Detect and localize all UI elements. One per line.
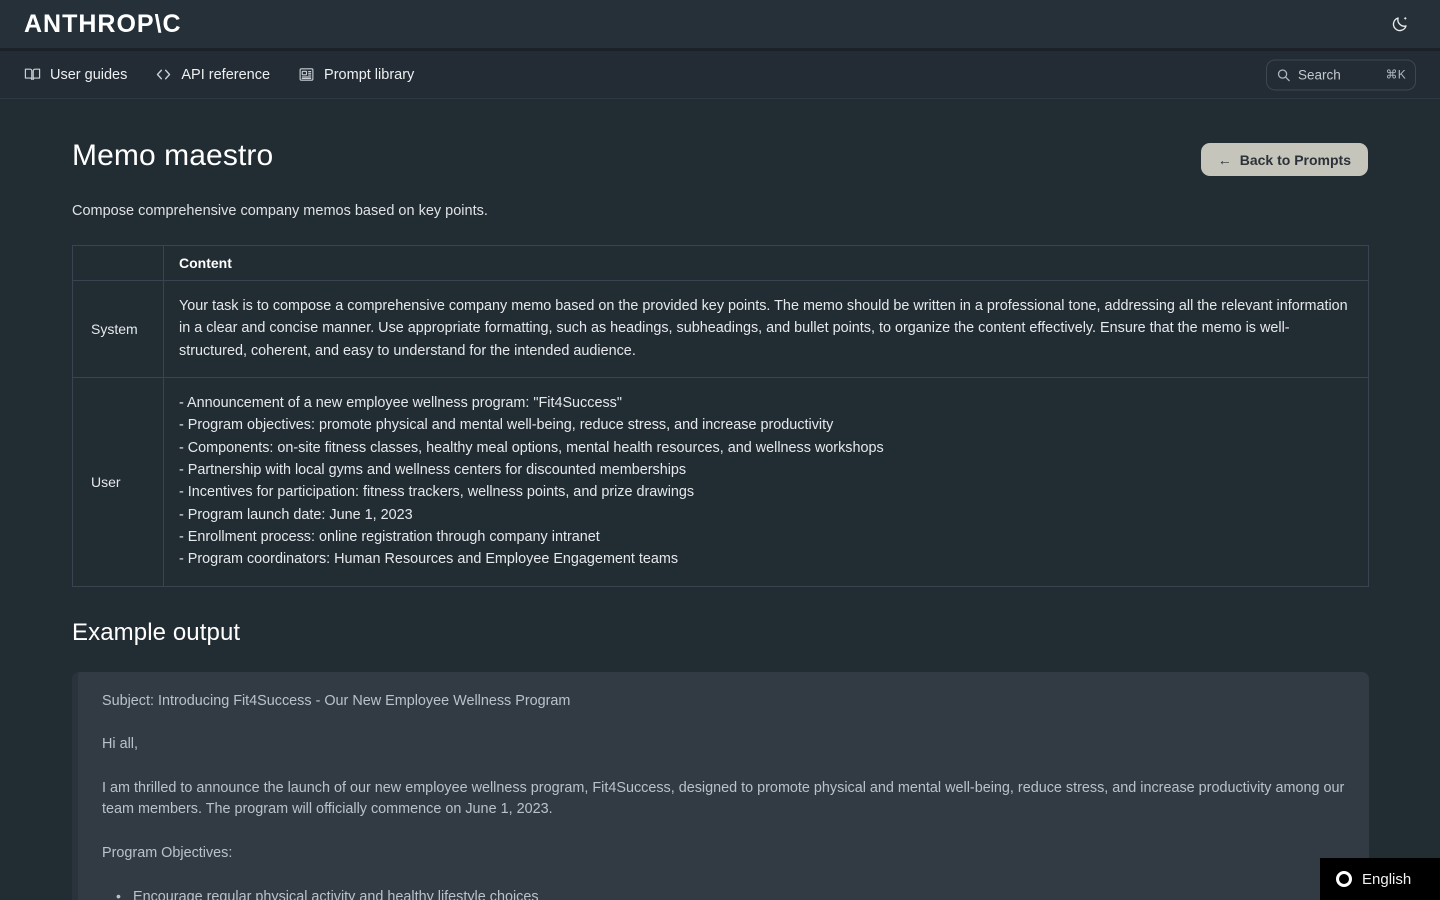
search-icon: [1276, 67, 1291, 82]
row-content-system: Your task is to compose a comprehensive …: [163, 280, 1369, 378]
search-input[interactable]: [1298, 67, 1379, 82]
nav-item-label: Prompt library: [324, 66, 415, 83]
language-label: English: [1362, 870, 1412, 888]
brand-bar: ANTHROP\C: [0, 0, 1440, 51]
example-output-heading: Example output: [72, 618, 241, 646]
table-header-content: Content: [163, 245, 1369, 281]
search-shortcut-hint: ⌘K: [1385, 67, 1406, 82]
nav-item-user-guides[interactable]: User guides: [24, 66, 127, 83]
nav-item-label: User guides: [50, 66, 128, 83]
nav-items: User guides API reference Prompt library: [24, 66, 414, 83]
prompt-table-head: Content: [72, 245, 1369, 281]
prompt-table-body: System Your task is to compose a compreh…: [72, 280, 1369, 587]
example-output-card: Subject: Introducing Fit4Success - Our N…: [72, 671, 1369, 900]
code-brackets-icon: [155, 66, 172, 83]
language-selector-widget[interactable]: English: [1320, 858, 1440, 900]
table-row: User - Announcement of a new employee we…: [72, 376, 1369, 587]
output-intro: I am thrilled to announce the launch of …: [102, 779, 1345, 818]
nav-item-label: API reference: [181, 66, 271, 83]
output-objectives-label: Program Objectives:: [102, 845, 233, 862]
row-role-system: System: [72, 280, 164, 378]
row-role-user: User: [72, 376, 164, 587]
output-subject: Subject: Introducing Fit4Success - Our N…: [102, 692, 571, 709]
nav-item-prompt-library[interactable]: Prompt library: [298, 66, 414, 83]
user-prompt-text: - Announcement of a new employee wellnes…: [179, 394, 884, 568]
search-box[interactable]: ⌘K: [1266, 59, 1416, 90]
output-greeting: Hi all,: [102, 736, 138, 753]
back-to-prompts-button[interactable]: ← Back to Prompts: [1200, 143, 1368, 176]
prompt-table: Content System Your task is to compose a…: [72, 245, 1369, 587]
main-content: Memo maestro ← Back to Prompts Compose c…: [0, 99, 1440, 900]
newspaper-icon: [298, 66, 315, 83]
back-to-prompts-label: Back to Prompts: [1239, 151, 1351, 168]
system-prompt-text: Your task is to compose a comprehensive …: [179, 298, 1352, 359]
list-item: Encourage regular physical activity and …: [116, 886, 1345, 900]
page-subtitle: Compose comprehensive company memos base…: [72, 203, 488, 219]
main-nav: User guides API reference Prompt library: [0, 51, 1440, 99]
book-open-icon: [24, 66, 41, 83]
table-row: System Your task is to compose a compreh…: [72, 280, 1369, 378]
moon-icon[interactable]: [1388, 12, 1412, 36]
page-header-row: Memo maestro ← Back to Prompts: [72, 139, 1368, 176]
table-header-row: Content: [72, 245, 1369, 281]
output-objectives-list: Encourage regular physical activity and …: [102, 886, 1345, 900]
row-content-user: - Announcement of a new employee wellnes…: [163, 376, 1369, 587]
arrow-left-icon: ←: [1217, 151, 1232, 168]
nav-item-api-reference[interactable]: API reference: [155, 66, 270, 83]
anthropic-logo[interactable]: ANTHROP\C: [24, 11, 182, 37]
page-title: Memo maestro: [72, 139, 274, 172]
record-circle-icon: [1336, 871, 1352, 887]
table-header-role: [72, 245, 164, 281]
